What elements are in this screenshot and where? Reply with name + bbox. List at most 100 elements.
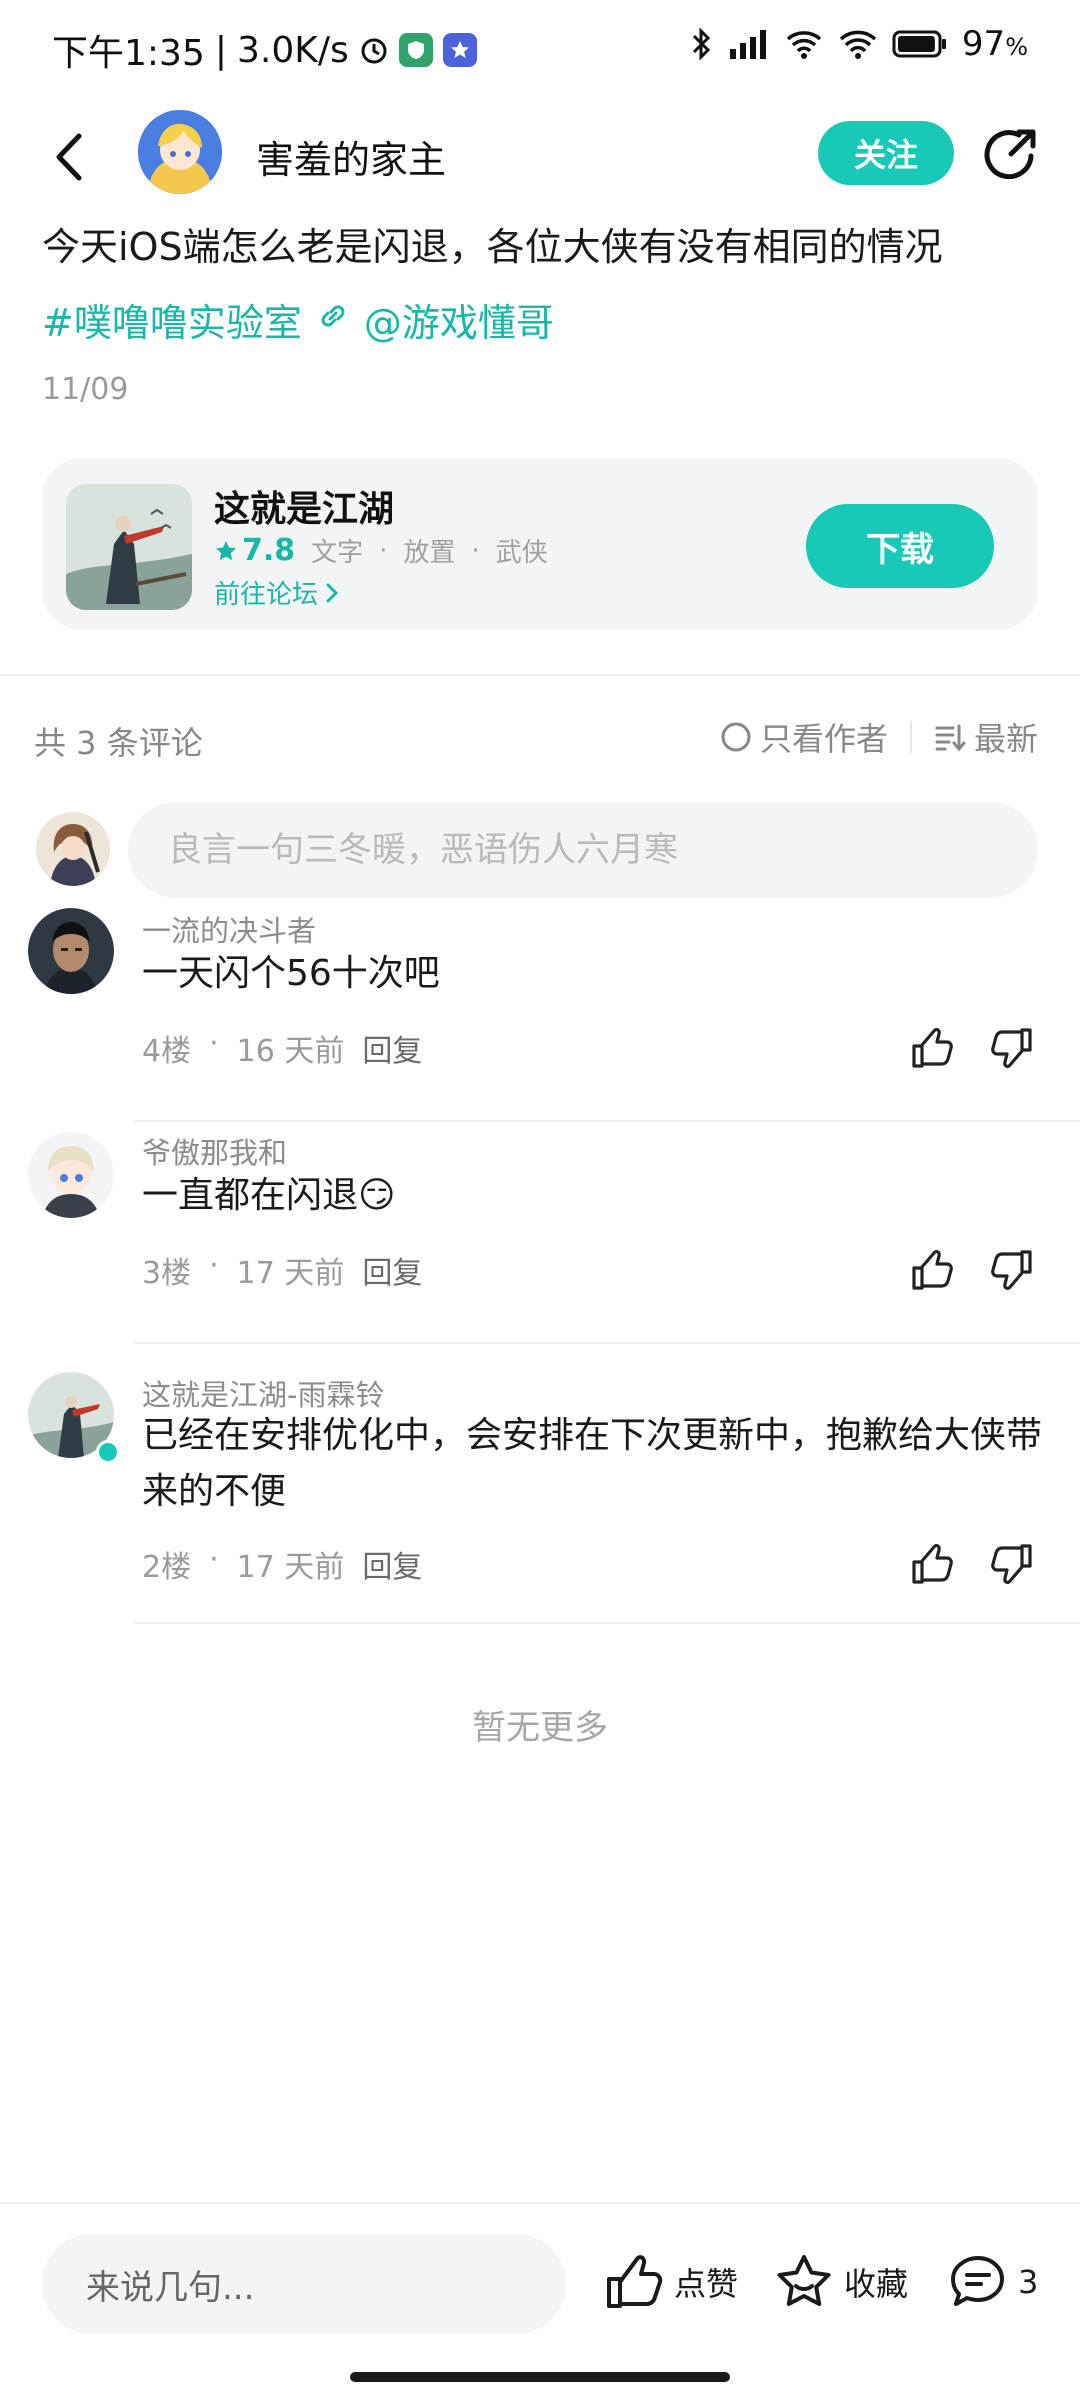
reply-button[interactable]: 回复 — [362, 1026, 422, 1070]
game-rating: 7.8 — [214, 533, 295, 568]
share-button[interactable] — [978, 123, 1042, 187]
author-only-label: 只看作者 — [759, 720, 888, 758]
my-avatar — [36, 812, 110, 886]
meta-dot: · — [209, 1542, 219, 1577]
verified-badge-icon — [96, 1440, 120, 1464]
thumbs-up-icon — [912, 1543, 953, 1584]
back-button[interactable] — [40, 127, 100, 187]
forum-link-label: 前往论坛 — [214, 580, 319, 610]
comment-meta: 3楼 · 17 天前 回复 — [142, 1248, 422, 1292]
topic-tag-link[interactable]: #噗噜噜实验室 — [42, 292, 302, 347]
star-app-icon — [442, 33, 477, 67]
post-tags: #噗噜噜实验室 @游戏懂哥 — [42, 292, 554, 347]
like-button[interactable] — [906, 1244, 958, 1296]
mention-link[interactable]: @游戏懂哥 — [364, 292, 554, 347]
alarm-icon — [359, 35, 389, 65]
game-title: 这就是江湖 — [214, 489, 395, 530]
commenter-name[interactable]: 一流的决斗者 — [142, 908, 316, 950]
comment-floor: 4楼 — [142, 1034, 192, 1069]
status-separator: | — [214, 29, 227, 71]
post-header: 害羞的家主 关注 — [0, 105, 1080, 215]
comment-bubble-icon — [951, 2256, 1004, 2306]
comment-time: 16 天前 — [236, 1034, 345, 1069]
star-icon — [777, 2255, 831, 2306]
meta-dot: · — [209, 1248, 219, 1283]
thumbs-up-icon — [607, 2255, 663, 2308]
comment-text: 一直都在闪退😏 — [142, 1175, 396, 1216]
game-card[interactable]: 这就是江湖 7.8 文字 · 放置 · 武侠 前往论坛 下载 — [42, 458, 1038, 630]
game-cover-image — [66, 484, 192, 610]
game-tag: 放置 — [403, 538, 456, 568]
commenter-avatar[interactable] — [28, 908, 114, 994]
sort-label: 最新 — [973, 720, 1038, 758]
comment-divider — [134, 1120, 1080, 1122]
thumbs-down-icon — [991, 1544, 1032, 1585]
filter-separator — [909, 721, 912, 753]
comment-input[interactable] — [128, 802, 1038, 898]
reply-button[interactable]: 回复 — [362, 1542, 422, 1586]
home-indicator[interactable] — [350, 2372, 730, 2382]
reply-button[interactable]: 回复 — [362, 1248, 422, 1292]
comment-divider — [134, 1342, 1080, 1344]
comment-count-badge: 3 — [1018, 2263, 1039, 2301]
chevron-right-icon — [326, 583, 339, 602]
status-bar: 下午1:35 | 3.0K/s 97% — [0, 0, 1080, 100]
comment-text: 已经在安排优化中，会安排在下次更新中，抱歉给大侠带来的不便 — [142, 1415, 1043, 1512]
comment-divider — [134, 1622, 1080, 1624]
go-to-forum-link[interactable]: 前往论坛 — [214, 574, 340, 611]
game-meta: 7.8 文字 · 放置 · 武侠 — [214, 532, 548, 569]
follow-button[interactable]: 关注 — [818, 121, 954, 185]
bottom-comment-input[interactable]: 来说几句... — [42, 2234, 566, 2334]
comment-text: 一天闪个56十次吧 — [142, 953, 440, 994]
author-name[interactable]: 害羞的家主 — [256, 129, 446, 184]
radio-icon — [721, 722, 751, 752]
comments-button[interactable]: 3 — [948, 2252, 1038, 2312]
like-button[interactable] — [906, 1022, 958, 1074]
meta-dot: · — [209, 1026, 219, 1061]
network-speed: 3.0K/s — [236, 29, 349, 71]
comment-time: 17 天前 — [236, 1550, 345, 1585]
commenter-avatar[interactable] — [28, 1132, 114, 1218]
thumbs-up-icon — [912, 1027, 953, 1068]
star-icon — [216, 540, 236, 560]
game-tag: 武侠 — [495, 538, 548, 568]
bottom-bar-divider — [0, 2202, 1080, 2204]
author-avatar[interactable] — [138, 110, 222, 194]
comment-count: 共 3 条评论 — [34, 724, 203, 762]
comment-meta: 2楼 · 17 天前 回复 — [142, 1542, 422, 1586]
dislike-button[interactable] — [986, 1538, 1038, 1590]
section-divider — [0, 674, 1080, 676]
like-label: 点赞 — [674, 2265, 739, 2303]
no-more-text: 暂无更多 — [472, 1708, 608, 1748]
author-only-toggle[interactable]: 只看作者 — [720, 714, 888, 760]
share-icon — [984, 129, 1036, 180]
dislike-button[interactable] — [986, 1022, 1038, 1074]
commenter-name[interactable]: 爷傲那我和 — [142, 1130, 287, 1172]
like-button[interactable] — [906, 1538, 958, 1590]
collect-label: 收藏 — [844, 2265, 909, 2303]
sort-icon — [935, 724, 966, 752]
status-left: 下午1:35 | 3.0K/s — [52, 24, 477, 76]
comment-floor: 3楼 — [142, 1256, 192, 1291]
sort-button[interactable]: 最新 — [934, 714, 1038, 760]
signal-hd-icon — [728, 27, 770, 61]
download-button[interactable]: 下载 — [806, 504, 994, 588]
dislike-button[interactable] — [986, 1244, 1038, 1296]
status-right: 97% — [690, 24, 1028, 64]
battery-icon — [892, 29, 948, 59]
link-icon — [316, 298, 350, 342]
post-content: 今天iOS端怎么老是闪退，各位大侠有没有相同的情况 — [42, 225, 943, 269]
back-arrow-icon — [56, 133, 82, 181]
wifi-icon — [838, 27, 878, 61]
status-time: 下午1:35 — [52, 33, 205, 74]
comment-filters: 只看作者 最新 — [720, 714, 1038, 760]
wifi-calling-icon — [784, 27, 824, 61]
tag-dot: · — [471, 535, 480, 566]
shield-app-icon — [398, 33, 433, 67]
comment-floor: 2楼 — [142, 1550, 192, 1585]
tag-dot: · — [379, 535, 388, 566]
like-post-button[interactable]: 点赞 — [604, 2252, 738, 2312]
game-tag: 文字 — [311, 538, 364, 568]
collect-button[interactable]: 收藏 — [774, 2252, 908, 2312]
thumbs-up-icon — [912, 1249, 953, 1290]
